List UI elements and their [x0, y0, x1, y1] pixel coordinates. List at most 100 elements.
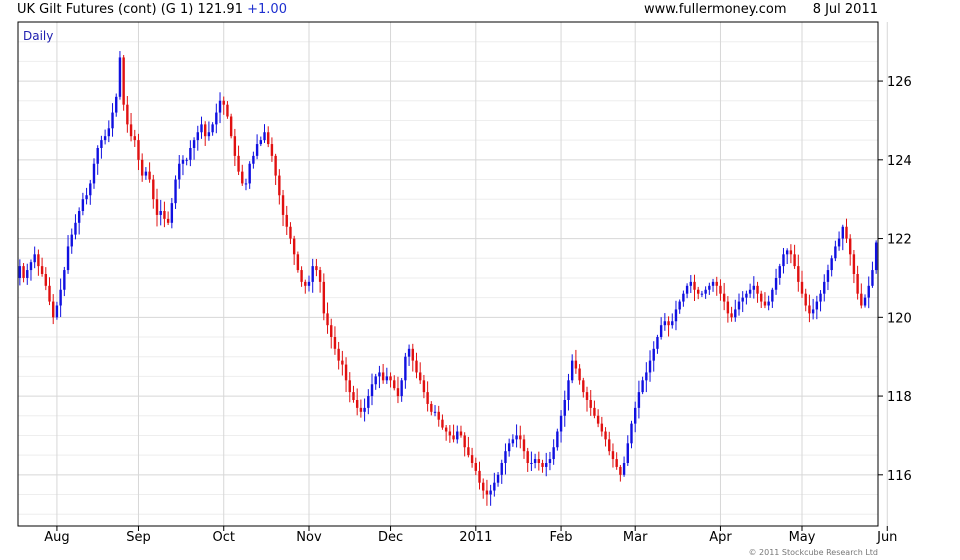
candle-body: [667, 321, 670, 326]
candle-body: [489, 490, 492, 495]
candle-body: [545, 463, 548, 467]
candle-body: [552, 447, 555, 460]
candle-body: [385, 376, 389, 381]
candle-body: [793, 254, 796, 267]
candle-body: [48, 285, 51, 302]
candle-body: [763, 301, 767, 306]
candle-body: [163, 211, 166, 219]
candle-body: [363, 407, 366, 412]
x-tick-label: Aug: [44, 530, 69, 545]
candle-body: [745, 293, 748, 298]
candle-body: [444, 427, 448, 432]
candle-body: [311, 266, 314, 282]
candle-body: [752, 285, 756, 290]
y-tick-label: 116: [887, 469, 912, 484]
candle-body: [215, 112, 218, 125]
candle-body: [66, 246, 70, 271]
candle-body: [600, 423, 604, 432]
candle-body: [352, 392, 355, 400]
candle-body: [637, 392, 641, 408]
candle-body: [92, 163, 96, 184]
candle-body: [800, 281, 804, 294]
candle-body: [359, 407, 363, 412]
candle-body: [674, 309, 678, 322]
x-tick-label: Dec: [378, 530, 403, 545]
candle-body: [307, 281, 311, 286]
candle-body: [26, 270, 29, 278]
candle-body: [808, 305, 811, 314]
candle-body: [459, 431, 463, 436]
candle-body: [81, 199, 85, 211]
candle-body: [645, 372, 648, 381]
candle-body: [203, 124, 207, 137]
candle-body: [452, 435, 455, 440]
candle-body: [867, 285, 870, 298]
candle-body: [333, 337, 337, 349]
candle-body: [604, 431, 607, 440]
candle-body: [185, 159, 188, 161]
candle-body: [685, 285, 689, 294]
candle-body: [463, 435, 466, 448]
candle-body: [515, 435, 518, 440]
candle-body: [697, 289, 700, 294]
candle-body: [804, 293, 807, 306]
candle-body: [126, 104, 129, 125]
candle-body: [852, 254, 856, 274]
candle-body: [148, 171, 151, 180]
candle-body: [871, 270, 874, 286]
candle-body: [485, 490, 489, 495]
candle-body: [760, 293, 763, 302]
candle-body: [837, 238, 841, 247]
candle-body: [259, 140, 263, 145]
candle-body: [178, 163, 181, 180]
candle-body: [422, 380, 426, 393]
candle-body: [797, 266, 800, 282]
candle-body: [845, 226, 848, 239]
y-tick-label: 126: [887, 75, 912, 90]
candle-body: [63, 270, 66, 290]
candle-body: [211, 124, 214, 133]
candle-body: [411, 348, 414, 361]
candle-body: [22, 266, 25, 278]
candle-body: [815, 301, 819, 310]
candle-body: [200, 124, 203, 133]
candle-body: [241, 171, 244, 184]
candle-body: [393, 380, 396, 389]
candle-body: [374, 376, 377, 385]
candle-body: [341, 360, 344, 365]
x-tick-label: Jun: [876, 530, 897, 545]
y-tick-label: 124: [887, 154, 912, 169]
candle-body: [582, 380, 585, 393]
candle-body: [511, 439, 515, 444]
candle-body: [77, 211, 81, 223]
candle-body: [418, 372, 422, 381]
candle-body: [493, 482, 496, 491]
candle-body: [400, 380, 403, 397]
candle-body: [689, 281, 693, 286]
candle-body: [608, 439, 611, 452]
candle-body: [593, 407, 596, 416]
candle-body: [192, 140, 196, 148]
candle-body: [348, 380, 351, 393]
candle-body: [615, 459, 618, 467]
candle-body: [74, 222, 77, 235]
candle-body: [496, 474, 500, 483]
candle-body: [196, 132, 199, 141]
candle-body: [122, 57, 125, 105]
candle-body: [860, 293, 863, 306]
candle-body: [118, 57, 122, 97]
candle-body: [811, 309, 815, 314]
candle-body: [100, 140, 103, 148]
candle-body: [278, 175, 281, 196]
x-tick-label: Mar: [623, 530, 648, 545]
candle-body: [304, 281, 307, 286]
candle-body: [115, 96, 118, 113]
candle-body: [574, 360, 578, 369]
candle-body: [326, 313, 329, 326]
candle-body: [292, 238, 296, 255]
candle-body: [404, 356, 407, 381]
candle-body: [467, 447, 470, 456]
candle-body: [300, 270, 303, 282]
candle-body: [823, 281, 826, 294]
candle-body: [641, 380, 644, 393]
